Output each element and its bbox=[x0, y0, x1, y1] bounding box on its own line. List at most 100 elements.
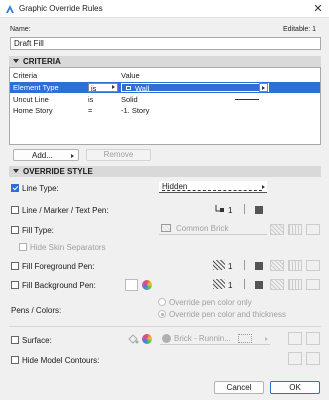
fill-pattern-icon[interactable] bbox=[288, 224, 302, 235]
fg-distortion-icon[interactable] bbox=[306, 260, 320, 271]
line-pen-swatch[interactable] bbox=[255, 206, 263, 214]
operator-cell: is bbox=[88, 95, 94, 104]
editable-count: Editable: 1 bbox=[283, 26, 317, 33]
fill-type-dropdown[interactable]: Common Brick bbox=[159, 223, 267, 235]
table-row[interactable]: Uncut Line is Solid bbox=[10, 94, 320, 105]
surface-value: Brick - Runnin... bbox=[174, 334, 231, 343]
solid-line-icon bbox=[235, 99, 259, 100]
fill-bg-pen-swatch[interactable] bbox=[255, 281, 263, 289]
override-section-header[interactable]: OVERRIDE STYLE bbox=[9, 166, 321, 177]
window-title: Graphic Override Rules bbox=[19, 4, 103, 13]
cancel-button[interactable]: Cancel bbox=[214, 381, 264, 394]
line-type-checkbox[interactable] bbox=[11, 184, 19, 192]
value-dropdown[interactable]: Wall bbox=[121, 83, 269, 93]
collapse-triangle-icon bbox=[13, 59, 19, 63]
override-color-thickness-label: Override pen color and thickness bbox=[169, 310, 286, 319]
surface-settings-icon[interactable] bbox=[288, 332, 302, 345]
divider bbox=[9, 326, 321, 327]
fill-type-value: Common Brick bbox=[176, 224, 229, 233]
collapse-triangle-icon bbox=[13, 169, 19, 173]
fill-pen-icon bbox=[213, 260, 225, 270]
operator-dropdown[interactable]: is bbox=[88, 83, 118, 93]
contour-options-icon[interactable] bbox=[306, 352, 320, 365]
fill-bg-pen-label: Fill Background Pen: bbox=[22, 281, 96, 290]
fill-type-label: Fill Type: bbox=[22, 226, 54, 235]
name-label: Name: bbox=[10, 26, 31, 33]
value-cell: -1. Story bbox=[121, 106, 150, 115]
criteria-section-header[interactable]: CRITERIA bbox=[9, 56, 321, 67]
value-column-header: Value bbox=[121, 71, 140, 80]
criteria-cell: Element Type bbox=[13, 83, 59, 92]
surface-material-icon bbox=[162, 334, 171, 343]
fill-distortion-icon[interactable] bbox=[306, 224, 320, 235]
criteria-table: Criteria Value Element Type is Wall Uncu… bbox=[9, 67, 321, 145]
fill-fg-pen-checkbox[interactable] bbox=[11, 262, 19, 270]
value-cell: Wall bbox=[135, 84, 150, 93]
criteria-section-title: CRITERIA bbox=[23, 57, 61, 66]
fg-orientation-icon[interactable] bbox=[270, 260, 284, 271]
dashed-line-icon bbox=[162, 190, 262, 191]
bg-transparent-toggle[interactable] bbox=[125, 279, 138, 291]
fill-type-checkbox[interactable] bbox=[11, 226, 19, 234]
bg-orientation-icon[interactable] bbox=[270, 279, 284, 290]
line-pen-number: 1 bbox=[228, 206, 233, 215]
fill-bg-pen-checkbox[interactable] bbox=[11, 281, 19, 289]
add-button[interactable]: Add... bbox=[13, 149, 79, 161]
dropdown-arrow-icon bbox=[71, 154, 74, 158]
line-type-dropdown[interactable]: Hidden bbox=[159, 181, 267, 193]
override-color-only-label: Override pen color only bbox=[169, 298, 252, 307]
dropdown-arrow-icon bbox=[262, 86, 265, 90]
name-value: Draft Fill bbox=[14, 39, 44, 48]
fill-pen-icon bbox=[213, 279, 225, 289]
hide-contours-checkbox[interactable] bbox=[11, 356, 19, 364]
contour-icon[interactable] bbox=[288, 352, 302, 365]
operator-value: is bbox=[91, 84, 97, 93]
criteria-column-header: Criteria bbox=[13, 71, 38, 80]
close-icon[interactable]: ✕ bbox=[311, 2, 325, 16]
table-row[interactable]: Element Type is Wall bbox=[10, 82, 320, 93]
hide-skin-checkbox[interactable] bbox=[19, 243, 27, 251]
value-cell: Solid bbox=[121, 95, 138, 104]
color-wheel-icon[interactable] bbox=[142, 280, 152, 290]
divider bbox=[244, 204, 245, 214]
value-dropdown-button[interactable] bbox=[259, 83, 268, 92]
name-field[interactable]: Draft Fill bbox=[10, 37, 321, 50]
fill-fg-pen-number: 1 bbox=[228, 262, 233, 271]
ok-button[interactable]: OK bbox=[270, 381, 320, 394]
operator-cell: = bbox=[88, 106, 93, 115]
surface-preview-icon bbox=[238, 334, 252, 343]
line-type-label: Line Type: bbox=[22, 184, 59, 193]
criteria-cell: Home Story bbox=[13, 106, 53, 115]
fill-fg-pen-swatch[interactable] bbox=[255, 262, 263, 270]
surface-checkbox[interactable] bbox=[11, 336, 19, 344]
fg-pattern-icon[interactable] bbox=[288, 260, 302, 271]
remove-button[interactable]: Remove bbox=[86, 149, 151, 161]
override-section-title: OVERRIDE STYLE bbox=[23, 167, 93, 176]
line-pen-checkbox[interactable] bbox=[11, 206, 19, 214]
line-pen-label: Line / Marker / Text Pen: bbox=[22, 206, 109, 215]
fill-orientation-icon[interactable] bbox=[270, 224, 284, 235]
bg-pattern-icon[interactable] bbox=[288, 279, 302, 290]
hide-skin-label: Hide Skin Separators bbox=[30, 243, 106, 252]
paint-bucket-icon[interactable] bbox=[127, 333, 139, 345]
wall-icon bbox=[126, 86, 131, 90]
dropdown-arrow-icon bbox=[262, 185, 265, 189]
color-wheel-icon[interactable] bbox=[142, 334, 152, 344]
criteria-cell: Uncut Line bbox=[13, 95, 49, 104]
fill-bg-pen-number: 1 bbox=[228, 281, 233, 290]
divider bbox=[244, 279, 245, 289]
surface-label: Surface: bbox=[22, 336, 52, 345]
fill-fg-pen-label: Fill Foreground Pen: bbox=[22, 262, 95, 271]
surface-options-icon[interactable] bbox=[306, 332, 320, 345]
divider bbox=[244, 260, 245, 270]
surface-dropdown[interactable]: Brick - Runnin... bbox=[160, 333, 270, 345]
dropdown-arrow-icon bbox=[112, 85, 115, 89]
app-icon bbox=[6, 5, 14, 13]
override-color-thickness-radio[interactable] bbox=[158, 310, 166, 318]
add-button-label: Add... bbox=[32, 151, 53, 160]
bg-distortion-icon[interactable] bbox=[306, 279, 320, 290]
pen-icon bbox=[215, 205, 224, 212]
override-color-only-radio[interactable] bbox=[158, 298, 166, 306]
table-row[interactable]: Home Story = -1. Story bbox=[10, 105, 320, 116]
pens-colors-label: Pens / Colors: bbox=[11, 306, 62, 315]
